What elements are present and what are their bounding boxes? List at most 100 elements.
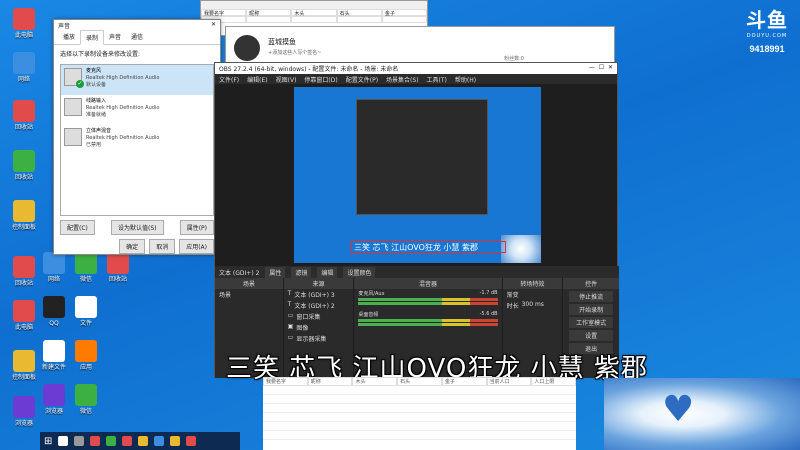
filters-button[interactable]: 滤镜 <box>291 266 312 278</box>
source-item[interactable]: T 文本 (GDI+) 2 <box>284 300 354 311</box>
source-item[interactable]: ▣ 图像 <box>284 322 354 333</box>
start-recording-button[interactable]: 开始录制 <box>569 304 613 315</box>
ok-button[interactable]: 确定 <box>119 239 146 254</box>
obs-title: OBS 27.2.4 (64-bit, windows) - 配置文件: 未命名… <box>219 66 399 73</box>
tab-recording[interactable]: 录制 <box>80 30 105 45</box>
minimize-icon[interactable]: — <box>589 64 595 71</box>
device-list[interactable]: ✓ 麦克风 Realtek High Definition Audio 默认设备 线… <box>60 64 214 216</box>
menu-item[interactable]: 停靠窗口(D) <box>304 75 337 84</box>
windows-start-icon[interactable]: ⊞ <box>44 436 52 447</box>
desktop-icon[interactable]: 回收站 <box>4 100 44 131</box>
studio-mode-button[interactable]: 工作室模式 <box>569 317 613 328</box>
desktop-icon[interactable]: 微信 <box>66 384 106 415</box>
desktop-icon[interactable]: 应用 <box>66 340 106 371</box>
device-item[interactable]: 立体声混音 Realtek High Definition Audio 已禁用 <box>61 125 213 155</box>
profile-followers: 粉丝数:0 <box>504 56 524 62</box>
obs-titlebar: OBS 27.2.4 (64-bit, windows) - 配置文件: 未命名… <box>215 63 617 74</box>
task-view-icon[interactable] <box>74 436 85 446</box>
scene-item[interactable]: 场景 <box>215 289 283 300</box>
maximize-icon[interactable]: ☐ <box>599 64 604 71</box>
sheet-header-cell[interactable]: 木头 <box>352 377 398 386</box>
mixer-channel[interactable]: 麦克风/Aux -1.7 dB <box>354 289 501 305</box>
sheet-header-cell[interactable]: 金子 <box>441 377 487 386</box>
menu-item[interactable]: 编辑(E) <box>247 75 267 84</box>
device-item[interactable]: 线路输入 Realtek High Definition Audio 准备就绪 <box>61 95 213 125</box>
obs-taskbar-icon[interactable] <box>90 436 101 446</box>
controls-header: 控件 <box>563 278 619 289</box>
device-name: 立体声混音 <box>86 128 112 134</box>
search-icon[interactable] <box>58 436 69 446</box>
menu-item[interactable]: 工具(T) <box>427 75 447 84</box>
avatar[interactable] <box>234 35 260 61</box>
sound-dialog[interactable]: 声音 ✕ 播放 录制 声音 通信 选择以下录制设备来修改设置: ✓ 麦克风 Rea… <box>53 19 221 255</box>
menu-item[interactable]: 帮助(H) <box>455 75 476 84</box>
desktop-icon[interactable]: 网络 <box>4 52 44 83</box>
transition-duration[interactable]: 时长 300 ms <box>503 300 563 311</box>
desktop-icon[interactable]: 此电脑 <box>4 8 44 39</box>
source-toolbar: 文本 (GDI+) 2 属性 滤镜 编辑 设置颜色 <box>215 266 619 278</box>
configure-button[interactable]: 配置(C) <box>60 220 95 235</box>
sheet-header-cell: 木头 <box>291 9 337 17</box>
app-taskbar-icon[interactable] <box>170 436 181 446</box>
desktop-icon[interactable]: 控制面板 <box>4 200 44 231</box>
app-taskbar-icon[interactable] <box>122 436 133 446</box>
app-taskbar-icon[interactable] <box>138 436 149 446</box>
edit-button[interactable]: 编辑 <box>317 266 338 278</box>
profile-signature[interactable]: +添加这些人写个签名~ <box>268 49 321 56</box>
table-row[interactable] <box>263 431 576 440</box>
table-row[interactable] <box>263 395 576 404</box>
settings-button[interactable]: 设置 <box>569 330 613 341</box>
source-item[interactable]: ▭ 显示器采集 <box>284 333 354 344</box>
app-taskbar-icon[interactable] <box>186 436 197 446</box>
desktop-icon[interactable]: 回收站 <box>98 252 138 283</box>
table-row[interactable] <box>263 413 576 422</box>
properties-button[interactable]: 属性 <box>265 266 286 278</box>
channel-name: 麦克风/Aux <box>358 291 385 297</box>
tab-communications[interactable]: 通信 <box>126 30 148 44</box>
wechat-taskbar-icon[interactable] <box>106 436 117 446</box>
obs-menubar: 文件(F) 编辑(E) 视图(V) 停靠窗口(D) 配置文件(P) 场景集合(S… <box>215 74 617 84</box>
duration-value[interactable]: 300 ms <box>522 301 544 310</box>
table-row[interactable] <box>263 404 576 413</box>
source-item[interactable]: ▭ 窗口采集 <box>284 311 354 322</box>
sheet-header-cell[interactable]: 石头 <box>397 377 442 386</box>
app-taskbar-icon[interactable] <box>154 436 165 446</box>
set-color-button[interactable]: 设置颜色 <box>343 266 376 278</box>
transition-type[interactable]: 渐变 <box>503 289 563 300</box>
profile-window[interactable]: 蓝城摸鱼 +添加这些人写个签名~ 粉丝数:0 <box>225 26 615 66</box>
source-item[interactable]: T 文本 (GDI+) 3 <box>284 289 354 300</box>
mixer-channel[interactable]: 桌面音频 -5.6 dB <box>354 310 501 326</box>
table-row[interactable] <box>263 422 576 431</box>
device-item[interactable]: ✓ 麦克风 Realtek High Definition Audio 默认设备 <box>61 65 213 95</box>
spreadsheet-window[interactable]: 我要名字 昵称 木头 石头 金子 当前人口 人口上限 <box>263 377 577 450</box>
menu-item[interactable]: 文件(F) <box>219 75 239 84</box>
transitions-header: 转场特效 <box>502 278 563 289</box>
cancel-button[interactable]: 取消 <box>149 239 176 254</box>
sheet-header-cell[interactable]: 人口上限 <box>531 377 577 386</box>
close-icon[interactable]: ✕ <box>608 64 613 71</box>
tab-sounds[interactable]: 声音 <box>104 30 126 44</box>
tab-playback[interactable]: 播放 <box>58 30 80 44</box>
stop-streaming-button[interactable]: 停止推流 <box>569 291 613 302</box>
table-row[interactable] <box>263 386 576 395</box>
desktop-icon[interactable]: 文件 <box>66 296 106 327</box>
close-icon[interactable]: ✕ <box>211 21 216 29</box>
apply-button[interactable]: 应用(A) <box>179 239 214 254</box>
volume-meter <box>358 298 498 301</box>
sheet-header-cell[interactable]: 我要名字 <box>263 377 308 386</box>
overlay-text: 三笑 芯飞 江山OVO狂龙 小慧 紫郡 <box>354 243 478 252</box>
properties-button[interactable]: 属性(P) <box>179 220 214 235</box>
menu-item[interactable]: 视图(V) <box>276 75 297 84</box>
selected-source-name: 文本 (GDI+) 2 <box>219 269 260 277</box>
sheet-header-cell[interactable]: 昵称 <box>307 377 353 386</box>
obs-preview[interactable]: 三笑 芯飞 江山OVO狂龙 小慧 紫郡 <box>294 87 541 263</box>
sheet-header-cell[interactable]: 当前人口 <box>486 377 532 386</box>
window-icon: ▭ <box>287 312 294 319</box>
desktop-icon[interactable]: 回收站 <box>4 150 44 181</box>
menu-item[interactable]: 场景集合(S) <box>386 75 419 84</box>
device-status: 准备就绪 <box>86 112 107 118</box>
menu-item[interactable]: 配置文件(P) <box>346 75 378 84</box>
obs-window[interactable]: OBS 27.2.4 (64-bit, windows) - 配置文件: 未命名… <box>214 62 619 378</box>
set-default-button[interactable]: 设为默认值(S) <box>111 220 164 235</box>
device-name: 线路输入 <box>86 98 107 104</box>
